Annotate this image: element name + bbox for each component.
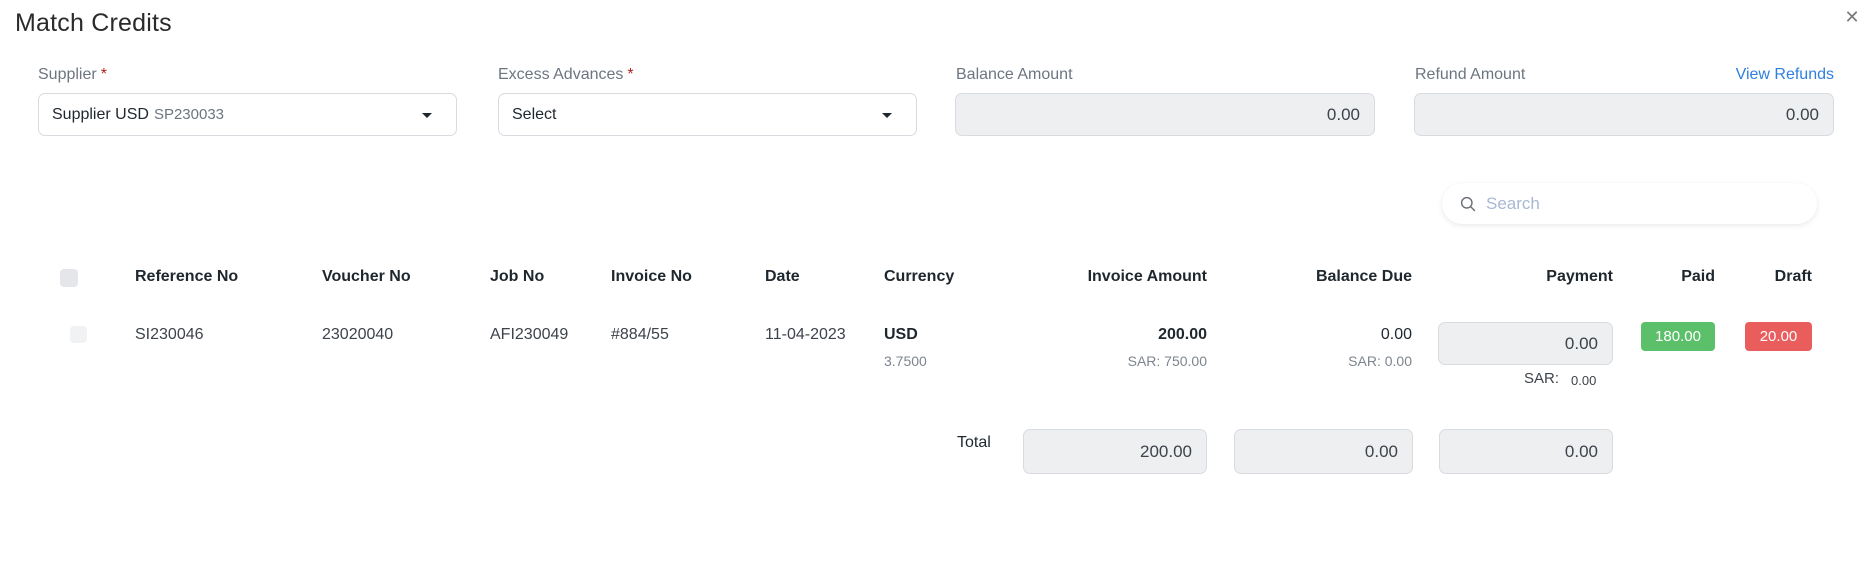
column-header-reference-no[interactable]: Reference No [135,268,238,286]
column-header-balance-due[interactable]: Balance Due [1316,268,1412,286]
total-payment: 0.00 [1439,429,1613,474]
cell-currency: USD [884,326,918,343]
select-all-checkbox[interactable] [60,269,78,287]
close-icon[interactable]: ✕ [1843,8,1861,26]
payment-sar-value: 0.00 [1571,373,1597,388]
total-invoice-amount-value: 200.00 [1140,441,1192,461]
column-header-job-no[interactable]: Job No [490,268,544,286]
total-label: Total [957,434,991,451]
balance-amount-label: Balance Amount [956,66,1073,83]
total-payment-value: 0.00 [1564,441,1598,461]
caret-down-icon [882,113,892,118]
supplier-select[interactable]: Supplier USD SP230033 [38,93,457,136]
column-header-voucher-no[interactable]: Voucher No [322,268,411,286]
supplier-label-text: Supplier [38,66,97,83]
column-header-invoice-no[interactable]: Invoice No [611,268,692,286]
column-header-date[interactable]: Date [765,268,800,286]
paid-badge: 180.00 [1641,322,1715,351]
supplier-label: Supplier * [38,66,107,84]
search-input[interactable] [1486,193,1786,214]
payment-sar-label: SAR: [1524,370,1560,387]
caret-down-icon [422,113,432,118]
search-icon [1460,196,1476,211]
column-header-invoice-amount[interactable]: Invoice Amount [1088,268,1207,286]
cell-balance-due: 0.00 [1380,326,1412,343]
search-box[interactable] [1442,183,1817,224]
excess-advances-value: Select [512,105,557,123]
supplier-value: Supplier USD [52,105,149,123]
excess-advances-label: Excess Advances * [498,66,634,84]
cell-reference-no: SI230046 [135,326,204,343]
draft-badge: 20.00 [1745,322,1812,351]
supplier-code: SP230033 [153,106,225,123]
payment-value: 0.00 [1564,333,1598,353]
refund-amount-label: Refund Amount [1415,66,1526,83]
view-refunds-link[interactable]: View Refunds [1736,66,1834,84]
cell-exchange-rate: 3.7500 [884,353,927,369]
excess-advances-label-text: Excess Advances [498,66,624,83]
balance-amount-field: 0.00 [955,93,1375,136]
cell-date: 11-04-2023 [765,326,846,343]
cell-balance-due-sar: SAR: 0.00 [1348,353,1412,369]
total-balance-due: 0.00 [1234,429,1413,474]
cell-voucher-no: 23020040 [322,326,394,343]
row-checkbox[interactable] [70,326,87,343]
required-mark: * [100,66,107,83]
cell-invoice-amount: 200.00 [1158,326,1207,343]
dialog-title: Match Credits [15,9,172,37]
column-header-payment[interactable]: Payment [1546,268,1613,286]
total-balance-due-value: 0.00 [1364,441,1398,461]
column-header-currency[interactable]: Currency [884,268,954,286]
column-header-paid[interactable]: Paid [1681,268,1715,286]
payment-input[interactable]: 0.00 [1438,322,1613,365]
column-header-draft[interactable]: Draft [1775,268,1812,286]
balance-amount-value: 0.00 [1326,104,1360,124]
refund-amount-value: 0.00 [1785,104,1819,124]
excess-advances-select[interactable]: Select [498,93,917,136]
total-invoice-amount: 200.00 [1023,429,1207,474]
refund-amount-field: 0.00 [1414,93,1834,136]
cell-job-no: AFI230049 [490,326,569,343]
cell-invoice-amount-sar: SAR: 750.00 [1127,353,1207,369]
cell-invoice-no: #884/55 [611,326,669,343]
required-mark: * [627,66,634,83]
